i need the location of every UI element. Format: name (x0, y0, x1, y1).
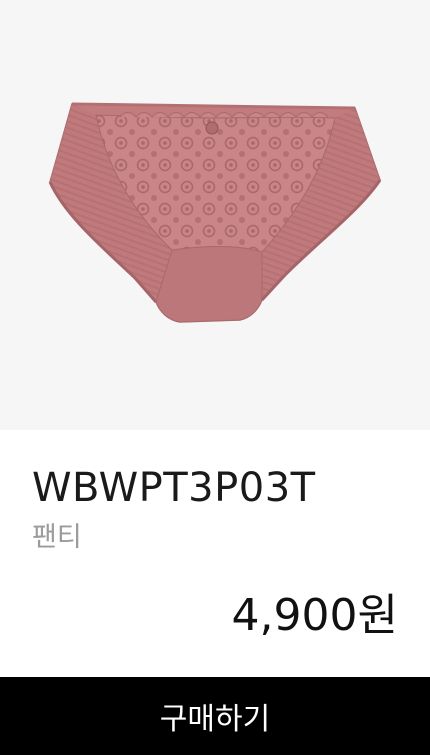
product-image (0, 0, 430, 430)
product-photo (48, 102, 382, 323)
product-category: 팬티 (32, 522, 82, 553)
buy-button[interactable]: 구매하기 (0, 677, 430, 755)
product-price: 4,900원 (231, 590, 398, 641)
product-code: WBWPT3P03T (32, 465, 316, 511)
